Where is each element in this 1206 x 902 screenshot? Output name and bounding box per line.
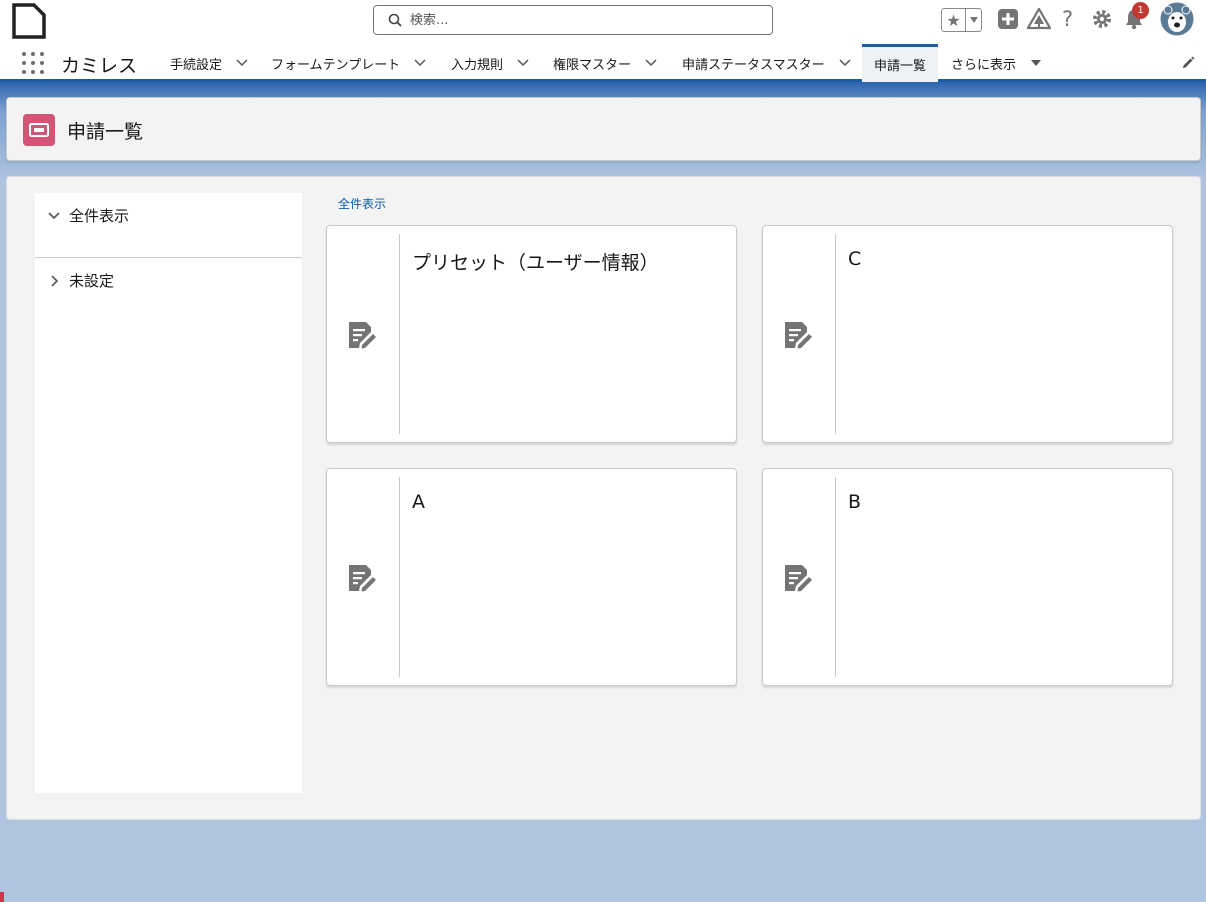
tab-input-rules[interactable]: 入力規則 bbox=[451, 44, 529, 82]
app-launcher-icon[interactable] bbox=[22, 52, 44, 74]
page-title: 申請一覧 bbox=[67, 121, 144, 143]
tab-tetsuzuki[interactable]: 手続設定 bbox=[170, 44, 248, 82]
trailhead-icon[interactable] bbox=[1026, 6, 1052, 34]
divider bbox=[399, 234, 400, 434]
application-card[interactable]: プリセット（ユーザー情報） bbox=[326, 225, 737, 443]
chevron-down-icon[interactable] bbox=[517, 59, 529, 67]
page-header: 申請一覧 bbox=[6, 97, 1201, 161]
divider bbox=[399, 477, 400, 677]
chevron-down-icon[interactable] bbox=[47, 211, 61, 221]
card-title[interactable]: プリセット（ユーザー情報） bbox=[412, 248, 659, 275]
settings-icon[interactable] bbox=[1091, 8, 1113, 34]
tab-more[interactable]: さらに表示 bbox=[951, 44, 1042, 82]
application-card[interactable]: A bbox=[326, 468, 737, 686]
tab-label: 手続設定 bbox=[170, 57, 223, 73]
caret-down-icon[interactable] bbox=[1030, 59, 1042, 67]
app-name: カミレス bbox=[61, 55, 138, 77]
tab-label: 権限マスター bbox=[553, 57, 632, 73]
tree-item-label: 未設定 bbox=[69, 272, 115, 290]
chevron-down-icon[interactable] bbox=[414, 59, 426, 67]
tree-item-label: 全件表示 bbox=[69, 207, 130, 225]
global-header: ★ ? 1 bbox=[0, 0, 1206, 44]
tab-label: さらに表示 bbox=[951, 57, 1017, 73]
tab-application-list[interactable]: 申請一覧 bbox=[862, 44, 938, 82]
nav-bar: カミレス 手続設定 フォームテンプレート 入力規則 権限マスター 申請ステータス… bbox=[0, 44, 1206, 82]
chevron-down-icon[interactable] bbox=[839, 59, 851, 67]
divider bbox=[835, 477, 836, 677]
divider bbox=[835, 234, 836, 434]
notification-badge: 1 bbox=[1132, 2, 1149, 19]
application-card[interactable]: C bbox=[762, 225, 1173, 443]
tab-label: フォームテンプレート bbox=[271, 57, 401, 73]
star-icon[interactable]: ★ bbox=[942, 9, 966, 31]
tree-item-unset[interactable]: 未設定 bbox=[47, 270, 114, 291]
ticket-icon bbox=[23, 114, 55, 146]
tab-permission-master[interactable]: 権限マスター bbox=[553, 44, 657, 82]
card-title[interactable]: A bbox=[412, 491, 425, 513]
form-edit-icon bbox=[785, 322, 812, 349]
document-icon[interactable] bbox=[12, 3, 46, 39]
tab-form-template[interactable]: フォームテンプレート bbox=[271, 44, 426, 82]
global-search[interactable] bbox=[373, 5, 773, 35]
card-title[interactable]: C bbox=[848, 248, 861, 270]
form-edit-icon bbox=[349, 565, 376, 592]
chevron-right-icon[interactable] bbox=[47, 274, 61, 288]
search-icon bbox=[388, 13, 402, 27]
help-icon[interactable]: ? bbox=[1062, 7, 1073, 31]
pencil-icon[interactable] bbox=[1181, 56, 1195, 70]
card-title[interactable]: B bbox=[848, 491, 861, 513]
divider bbox=[35, 257, 302, 258]
tree-item-all[interactable]: 全件表示 bbox=[47, 205, 129, 226]
form-edit-icon bbox=[785, 565, 812, 592]
tab-label: 申請ステータスマスター bbox=[682, 57, 825, 73]
chevron-down-icon[interactable] bbox=[645, 59, 657, 67]
breadcrumb-all[interactable]: 全件表示 bbox=[338, 195, 386, 212]
form-edit-icon bbox=[349, 322, 376, 349]
category-tree: 全件表示 未設定 bbox=[35, 193, 302, 793]
chevron-down-icon[interactable] bbox=[966, 9, 981, 31]
chevron-down-icon[interactable] bbox=[236, 59, 248, 67]
main-panel: 全件表示 未設定 全件表示 プリセット（ユーザー情報） C A B bbox=[6, 176, 1201, 820]
edge-marker bbox=[0, 892, 4, 902]
application-card[interactable]: B bbox=[762, 468, 1173, 686]
tab-status-master[interactable]: 申請ステータスマスター bbox=[682, 44, 851, 82]
tab-label: 申請一覧 bbox=[874, 59, 927, 74]
search-input[interactable] bbox=[410, 12, 750, 28]
add-icon[interactable] bbox=[997, 8, 1019, 34]
avatar[interactable] bbox=[1160, 2, 1194, 40]
tab-label: 入力規則 bbox=[451, 57, 504, 73]
favorites-button[interactable]: ★ bbox=[941, 8, 982, 32]
